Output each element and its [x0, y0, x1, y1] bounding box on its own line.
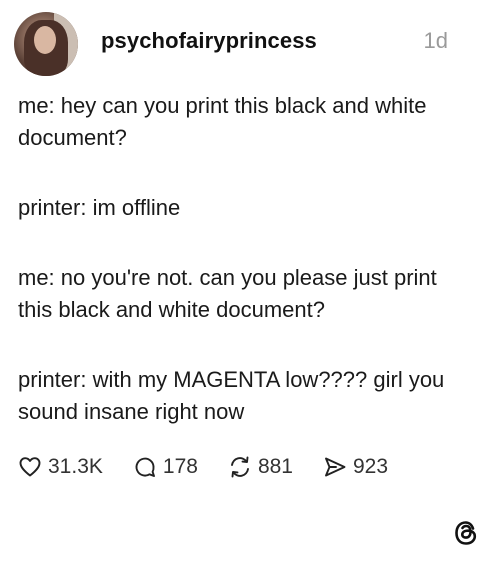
threads-logo-icon [455, 521, 477, 545]
like-count: 31.3K [48, 455, 103, 478]
repost-button[interactable]: 881 [228, 455, 293, 479]
reply-button[interactable]: 178 [133, 455, 198, 479]
share-count: 923 [352, 455, 389, 478]
post-paragraph: me: hey can you print this black and whi… [18, 93, 427, 150]
post-paragraph: printer: with my MAGENTA low???? girl yo… [18, 367, 445, 424]
send-icon [325, 457, 346, 477]
speech-bubble-icon [135, 457, 155, 477]
repost-icon [230, 456, 249, 478]
threads-post: psychofairyprincess 1d me: hey can you p… [0, 0, 494, 561]
post-body: me: hey can you print this black and whi… [18, 90, 474, 428]
heart-icon [19, 457, 41, 477]
post-paragraph: me: no you're not. can you please just p… [18, 265, 437, 322]
username[interactable]: psychofairyprincess [101, 28, 317, 54]
share-button[interactable]: 923 [323, 455, 388, 479]
avatar[interactable] [14, 12, 78, 76]
repost-count: 881 [257, 455, 293, 478]
post-actions: 31.3K 178 881 923 [18, 455, 418, 479]
post-timestamp: 1d [423, 28, 448, 53]
reply-count: 178 [162, 455, 198, 478]
post-paragraph: printer: im offline [18, 195, 181, 220]
like-button[interactable]: 31.3K [18, 455, 103, 479]
